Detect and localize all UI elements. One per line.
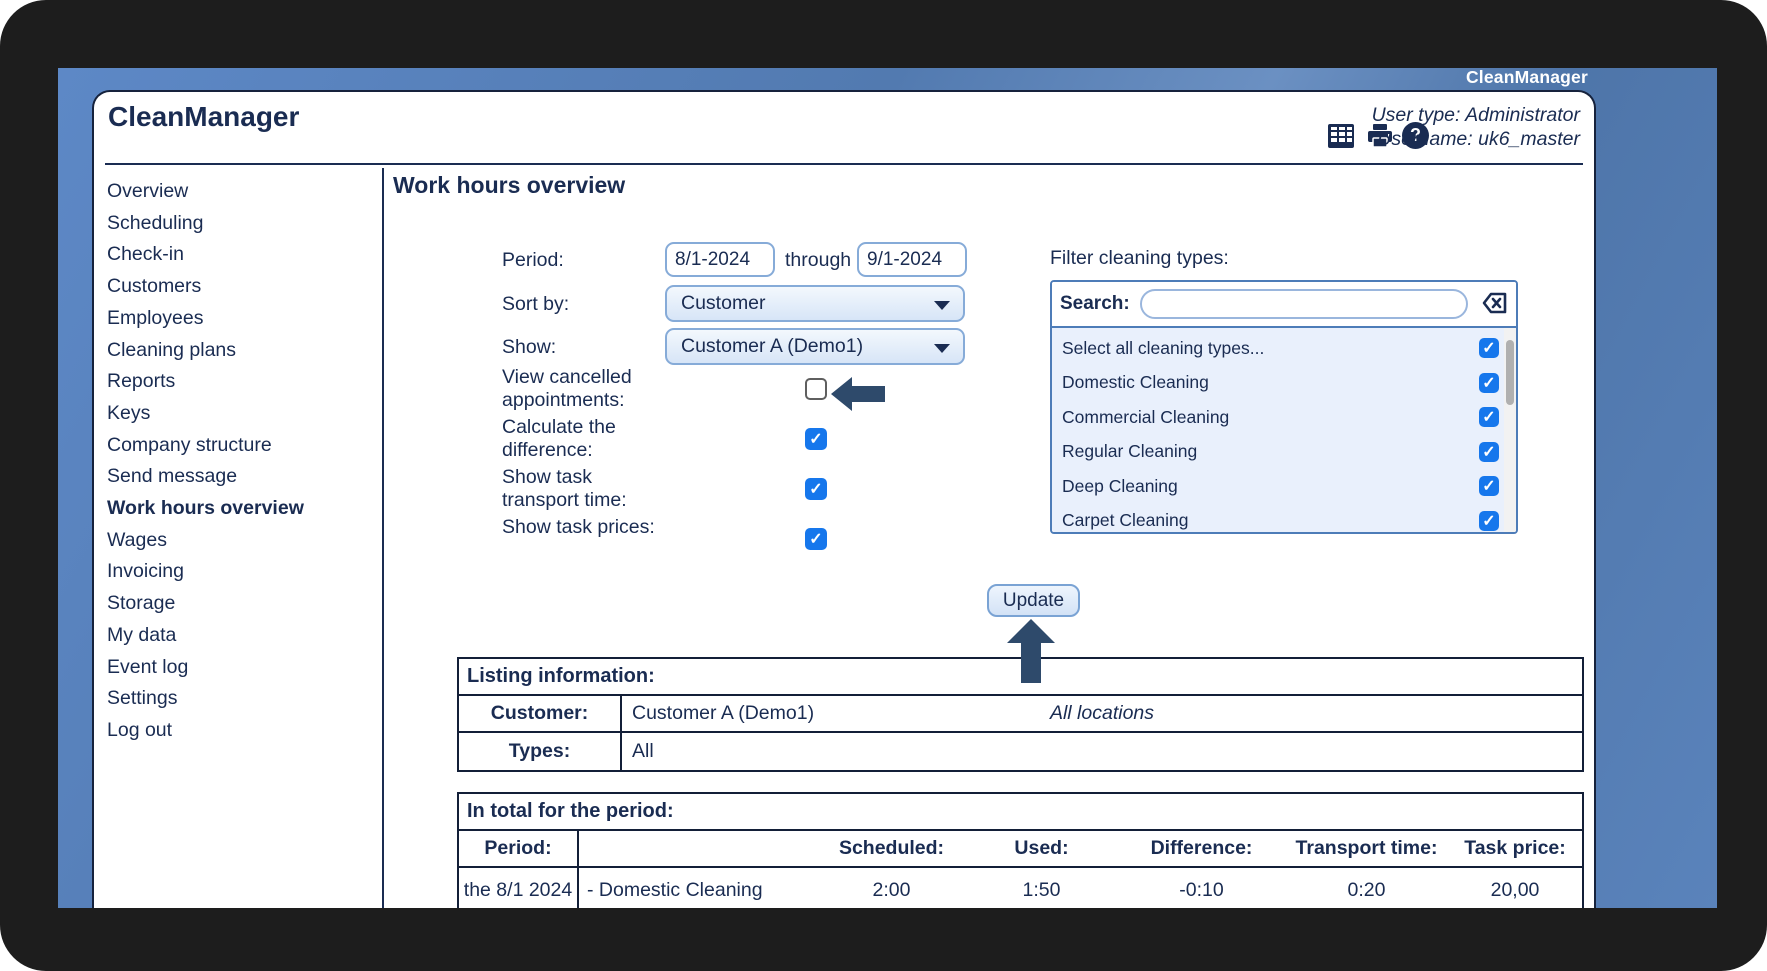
chevron-down-icon bbox=[934, 344, 950, 353]
show-label: Show: bbox=[502, 336, 557, 358]
through-label: through bbox=[785, 249, 852, 271]
sidebar-item-cleaning-plans[interactable]: Cleaning plans bbox=[107, 335, 375, 367]
annotation-arrow-left-icon bbox=[831, 377, 885, 411]
sidebar-item-storage[interactable]: Storage bbox=[107, 588, 375, 620]
cleaning-type-checkbox[interactable]: ✓ bbox=[1479, 338, 1499, 359]
cleaning-type-row[interactable]: Carpet Cleaning ✓ bbox=[1052, 504, 1516, 533]
cleaning-type-row[interactable]: Commercial Cleaning ✓ bbox=[1052, 400, 1516, 435]
sidebar-item-overview[interactable]: Overview bbox=[107, 176, 375, 208]
cleaning-type-checkbox[interactable]: ✓ bbox=[1479, 372, 1499, 393]
sidebar-item-my-data[interactable]: My data bbox=[107, 620, 375, 652]
cleaning-type-row[interactable]: Domestic Cleaning ✓ bbox=[1052, 366, 1516, 401]
sidebar-divider bbox=[382, 168, 384, 908]
app-title: CleanManager bbox=[108, 101, 300, 132]
totals-table: In total for the period: Period: Schedul… bbox=[457, 792, 1584, 908]
sidebar-item-invoicing[interactable]: Invoicing bbox=[107, 556, 375, 588]
page-title: Work hours overview bbox=[393, 172, 626, 198]
totals-data-row: the 8/1 2024 - Domestic Cleaning 2:00 1:… bbox=[459, 868, 1582, 908]
chevron-down-icon bbox=[934, 301, 950, 310]
filter-search-row: Search: bbox=[1052, 282, 1516, 328]
totals-title: In total for the period: bbox=[459, 794, 1582, 831]
user-type: User type: Administrator bbox=[1371, 104, 1580, 126]
transport-time-checkbox[interactable]: ✓ bbox=[805, 478, 827, 500]
sidebar-item-keys[interactable]: Keys bbox=[107, 398, 375, 430]
all-locations-note: All locations bbox=[1049, 702, 1155, 724]
table-view-icon[interactable] bbox=[1327, 122, 1355, 150]
sidebar-item-check-in[interactable]: Check-in bbox=[107, 239, 375, 271]
user-name: Username: uk6_master bbox=[1377, 128, 1580, 150]
user-info: User type: Administrator Username: uk6_m… bbox=[1372, 103, 1580, 151]
cleaning-type-checkbox[interactable]: ✓ bbox=[1479, 510, 1499, 531]
filter-panel: Search: Select all cleaning types... ✓ D… bbox=[1050, 280, 1518, 534]
calc-difference-checkbox[interactable]: ✓ bbox=[805, 428, 827, 450]
sidebar-item-company-structure[interactable]: Company structure bbox=[107, 430, 375, 462]
update-button[interactable]: Update bbox=[987, 584, 1080, 617]
app-panel: CleanManager ? User type: Administrator … bbox=[92, 90, 1596, 908]
sort-by-label: Sort by: bbox=[502, 293, 570, 315]
transport-time-label: Show task transport time: bbox=[502, 466, 627, 511]
sidebar-item-customers[interactable]: Customers bbox=[107, 271, 375, 303]
annotation-arrow-up-icon bbox=[1007, 619, 1055, 683]
cleaning-type-checkbox[interactable]: ✓ bbox=[1479, 476, 1499, 497]
screenshot-stage: CleanManager CleanManager ? User type: A… bbox=[0, 0, 1767, 971]
cleaning-type-row[interactable]: Select all cleaning types... ✓ bbox=[1052, 331, 1516, 366]
totals-header-row: Period: Scheduled: Used: Difference: Tra… bbox=[459, 831, 1582, 868]
sidebar-item-log-out[interactable]: Log out bbox=[107, 715, 375, 747]
sidebar-item-scheduling[interactable]: Scheduling bbox=[107, 208, 375, 240]
sidebar-item-settings[interactable]: Settings bbox=[107, 683, 375, 715]
header-divider bbox=[105, 163, 1583, 165]
sidebar-item-event-log[interactable]: Event log bbox=[107, 652, 375, 684]
table-row: Customer: Customer A (Demo1) All locatio… bbox=[459, 696, 1582, 733]
period-label: Period: bbox=[502, 249, 564, 271]
view-cancelled-label: View cancelled appointments: bbox=[502, 366, 632, 411]
window-title: CleanManager bbox=[1465, 67, 1588, 87]
task-prices-checkbox[interactable]: ✓ bbox=[805, 528, 827, 550]
calc-difference-label: Calculate the difference: bbox=[502, 416, 616, 461]
sort-by-select[interactable]: Customer bbox=[665, 285, 965, 322]
filter-title: Filter cleaning types: bbox=[1050, 247, 1229, 269]
cleaning-type-checkbox[interactable]: ✓ bbox=[1479, 407, 1499, 428]
sidebar: Overview Scheduling Check-in Customers Emplo… bbox=[107, 176, 375, 747]
search-label: Search: bbox=[1060, 293, 1130, 314]
period-to-input[interactable] bbox=[857, 242, 967, 277]
clear-search-icon[interactable] bbox=[1474, 290, 1508, 319]
table-row: Types: All bbox=[459, 733, 1582, 770]
sidebar-item-wages[interactable]: Wages bbox=[107, 525, 375, 557]
sidebar-item-work-hours-overview[interactable]: Work hours overview bbox=[107, 493, 375, 525]
sidebar-item-employees[interactable]: Employees bbox=[107, 303, 375, 335]
cleaning-type-list: Select all cleaning types... ✓ Domestic … bbox=[1052, 328, 1516, 533]
sidebar-item-reports[interactable]: Reports bbox=[107, 366, 375, 398]
cleaning-type-row[interactable]: Regular Cleaning ✓ bbox=[1052, 435, 1516, 470]
task-prices-label: Show task prices: bbox=[502, 516, 655, 538]
view-cancelled-checkbox[interactable] bbox=[805, 378, 827, 400]
cleaning-type-checkbox[interactable]: ✓ bbox=[1479, 441, 1499, 462]
cleaning-type-row[interactable]: Deep Cleaning ✓ bbox=[1052, 469, 1516, 504]
show-select[interactable]: Customer A (Demo1) bbox=[665, 328, 965, 365]
period-from-input[interactable] bbox=[665, 242, 775, 277]
sidebar-item-send-message[interactable]: Send message bbox=[107, 461, 375, 493]
search-input[interactable] bbox=[1139, 289, 1468, 319]
